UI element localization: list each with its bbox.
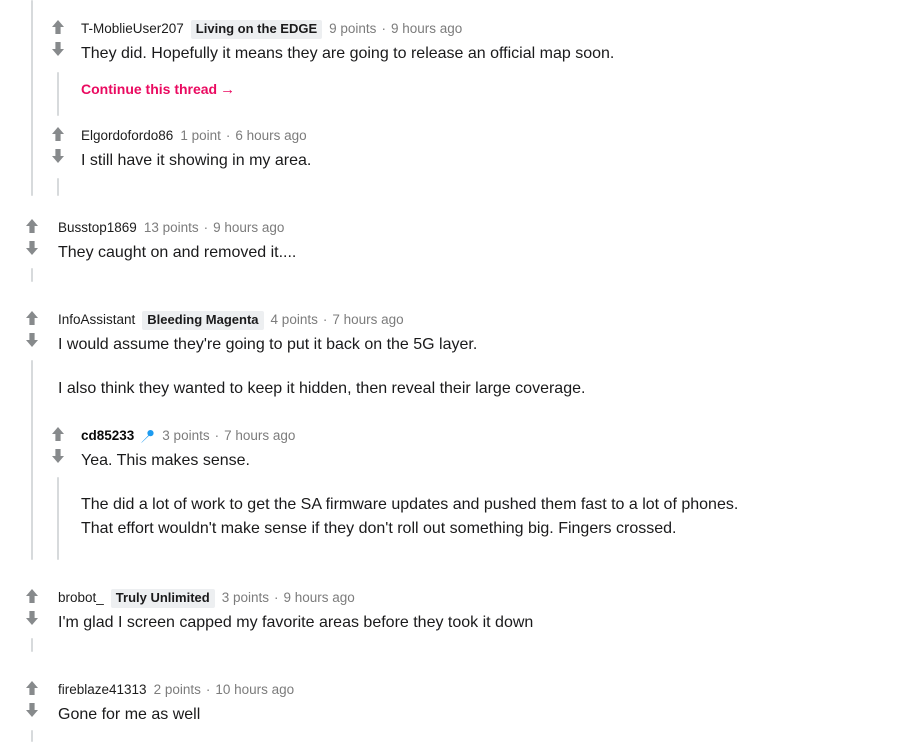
- comment-author[interactable]: brobot_: [58, 589, 104, 607]
- comment-author[interactable]: Busstop1869: [58, 219, 137, 237]
- comment-meta: T-MoblieUser207 Living on the EDGE 9 poi…: [81, 19, 907, 39]
- comment-paragraph: They caught on and removed it....: [58, 244, 297, 261]
- meta-separator: ·: [205, 682, 211, 697]
- author-flair: Living on the EDGE: [190, 19, 323, 39]
- thread-line-c3[interactable]: [31, 268, 33, 282]
- meta-separator: ·: [322, 312, 328, 327]
- comment-meta: brobot_ Truly Unlimited 3 points · 9 hou…: [58, 588, 901, 608]
- comment-paragraph: They did. Hopefully it means they are go…: [81, 45, 615, 62]
- continue-thread-row: Continue this thread →: [81, 81, 907, 99]
- comment-score: 3 points: [221, 590, 269, 605]
- downvote-icon[interactable]: [21, 332, 43, 354]
- upvote-icon[interactable]: [47, 126, 69, 148]
- vote-column: [47, 19, 69, 63]
- comment-meta: Busstop1869 13 points · 9 hours ago: [58, 218, 901, 238]
- comment-score: 3 points: [162, 428, 210, 443]
- comment-meta: Elgordofordo86 1 point · 6 hours ago: [81, 126, 907, 146]
- comment-line: That effort wouldn't make sense if they …: [81, 520, 677, 537]
- continue-thread-label: Continue this thread: [81, 81, 218, 97]
- comment-infoassistant: InfoAssistant Bleeding Magenta 4 points …: [21, 310, 901, 401]
- author-flair: Truly Unlimited: [110, 588, 215, 608]
- thread-line-depth2-c2[interactable]: [57, 178, 59, 196]
- comment-timestamp[interactable]: 7 hours ago: [224, 427, 295, 445]
- comment-author[interactable]: cd85233: [81, 427, 134, 445]
- comment-body: I would assume they're going to put it b…: [58, 333, 901, 401]
- comment-score: 9 points: [329, 21, 377, 36]
- upvote-icon[interactable]: [21, 218, 43, 240]
- thread-line-c6[interactable]: [31, 638, 33, 652]
- comment-t-moblieuser207: T-MoblieUser207 Living on the EDGE 9 poi…: [47, 19, 907, 99]
- arrow-right-icon: →: [220, 81, 236, 98]
- comment-timestamp[interactable]: 9 hours ago: [391, 20, 462, 38]
- comment-author[interactable]: Elgordofordo86: [81, 127, 173, 145]
- vote-column: [21, 588, 43, 632]
- meta-separator: ·: [203, 220, 209, 235]
- comment-author[interactable]: InfoAssistant: [58, 311, 135, 329]
- upvote-icon[interactable]: [21, 588, 43, 610]
- meta-separator: ·: [381, 21, 386, 36]
- comment-line: The did a lot of work to get the SA firm…: [81, 496, 739, 513]
- comment-paragraph: I also think they wanted to keep it hidd…: [58, 380, 586, 397]
- comment-busstop1869: Busstop1869 13 points · 9 hours ago They…: [21, 218, 901, 265]
- upvote-icon[interactable]: [21, 680, 43, 702]
- vote-column: [21, 218, 43, 262]
- downvote-icon[interactable]: [21, 702, 43, 724]
- downvote-icon[interactable]: [21, 240, 43, 262]
- comment-body: Gone for me as well: [58, 703, 901, 727]
- thread-line-c7[interactable]: [31, 730, 33, 742]
- upvote-icon[interactable]: [47, 426, 69, 448]
- comment-timestamp[interactable]: 9 hours ago: [284, 589, 355, 607]
- comment-body: I still have it showing in my area.: [81, 149, 907, 173]
- comment-score: 2 points: [153, 682, 201, 697]
- comment-thread-page: T-MoblieUser207 Living on the EDGE 9 poi…: [0, 0, 917, 742]
- comment-timestamp[interactable]: 7 hours ago: [332, 311, 403, 329]
- thread-line-depth1-top[interactable]: [31, 0, 33, 196]
- comment-cd85233: cd85233 3 points · 7 hours ago Yea. This…: [47, 426, 907, 541]
- downvote-icon[interactable]: [47, 41, 69, 63]
- comment-timestamp[interactable]: 9 hours ago: [213, 219, 284, 237]
- comment-paragraph: The did a lot of work to get the SA firm…: [81, 493, 907, 541]
- comment-meta: fireblaze41313 2 points · 10 hours ago: [58, 680, 901, 700]
- comment-paragraph: I still have it showing in my area.: [81, 152, 312, 169]
- upvote-icon[interactable]: [47, 19, 69, 41]
- comment-paragraph: I'm glad I screen capped my favorite are…: [58, 614, 534, 631]
- vote-column: [21, 310, 43, 354]
- comment-author[interactable]: fireblaze41313: [58, 681, 147, 699]
- comment-body: Yea. This makes sense. The did a lot of …: [81, 449, 907, 541]
- vote-column: [47, 126, 69, 170]
- comment-timestamp[interactable]: 6 hours ago: [235, 127, 306, 145]
- comment-paragraph: Gone for me as well: [58, 706, 201, 723]
- meta-separator: ·: [225, 128, 231, 143]
- meta-separator: ·: [214, 428, 220, 443]
- comment-body: They caught on and removed it....: [58, 241, 901, 265]
- microphone-icon: [140, 429, 155, 444]
- comment-score: 4 points: [270, 312, 318, 327]
- comment-paragraph: I would assume they're going to put it b…: [58, 336, 478, 353]
- meta-separator: ·: [274, 590, 279, 605]
- comment-paragraph: Yea. This makes sense.: [81, 452, 250, 469]
- comment-author[interactable]: T-MoblieUser207: [81, 20, 184, 38]
- vote-column: [47, 426, 69, 470]
- upvote-icon[interactable]: [21, 310, 43, 332]
- comment-score: 13 points: [143, 220, 199, 235]
- comment-fireblaze41313: fireblaze41313 2 points · 10 hours ago G…: [21, 680, 901, 727]
- comment-timestamp[interactable]: 10 hours ago: [215, 681, 294, 699]
- downvote-icon[interactable]: [47, 148, 69, 170]
- comment-meta: cd85233 3 points · 7 hours ago: [81, 426, 907, 446]
- comment-score: 1 point: [180, 128, 221, 143]
- comment-body: I'm glad I screen capped my favorite are…: [58, 611, 901, 635]
- continue-thread-link[interactable]: Continue this thread →: [81, 81, 235, 98]
- vote-column: [21, 680, 43, 724]
- downvote-icon[interactable]: [47, 448, 69, 470]
- comment-brobot: brobot_ Truly Unlimited 3 points · 9 hou…: [21, 588, 901, 635]
- comment-elgordofordo86: Elgordofordo86 1 point · 6 hours ago I s…: [47, 126, 907, 173]
- downvote-icon[interactable]: [21, 610, 43, 632]
- comment-body: They did. Hopefully it means they are go…: [81, 42, 907, 66]
- author-flair: Bleeding Magenta: [142, 310, 264, 330]
- comment-meta: InfoAssistant Bleeding Magenta 4 points …: [58, 310, 901, 330]
